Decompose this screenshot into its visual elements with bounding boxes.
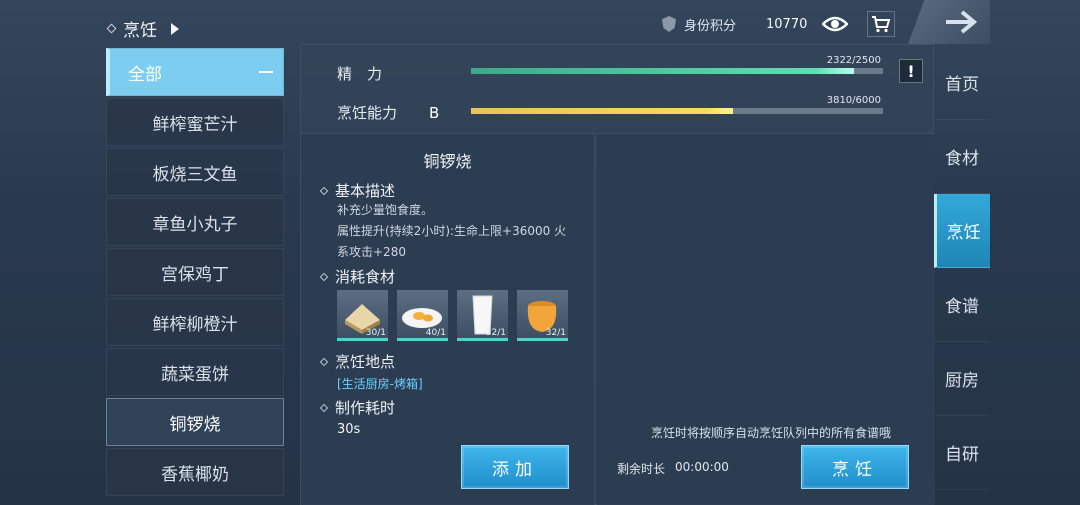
section-title-text: 烹饪地点 bbox=[335, 353, 396, 371]
energy-value: 2322/2500 bbox=[826, 55, 881, 66]
top-status: 身份积分 10770 bbox=[662, 11, 896, 37]
category-item[interactable]: 蔬菜蛋饼 bbox=[106, 348, 284, 396]
nav-item-home[interactable]: 首页 bbox=[934, 46, 990, 120]
nav-label: 食材 bbox=[945, 149, 979, 169]
shield-icon bbox=[662, 16, 676, 32]
collapse-icon bbox=[259, 71, 273, 73]
category-label: 蔬菜蛋饼 bbox=[161, 364, 229, 385]
skill-row: 烹饪能力 B bbox=[337, 102, 439, 123]
cart-icon[interactable] bbox=[867, 11, 896, 37]
energy-bar bbox=[471, 68, 883, 74]
cooking-queue-card: 烹饪时将按顺序自动烹饪队列中的所有食谱哦 剩余时长 00:00:00 烹饪 bbox=[597, 133, 935, 505]
remaining-time: 剩余时长 00:00:00 bbox=[617, 460, 729, 477]
category-list: 全部 鲜榨蜜芒汁 板烧三文鱼 章鱼小丸子 宫保鸡丁 鲜榨柳橙汁 蔬菜蛋饼 铜锣烧… bbox=[106, 48, 284, 498]
ingredient-qty: 32/1 bbox=[485, 328, 506, 338]
rank-label: 身份积分 bbox=[684, 18, 737, 34]
nav-label: 烹饪 bbox=[946, 223, 981, 243]
nav-item-kitchen[interactable]: 厨房 bbox=[934, 342, 990, 416]
queue-hint: 烹饪时将按顺序自动烹饪队列中的所有食谱哦 bbox=[650, 426, 891, 440]
section-title-text: 制作耗时 bbox=[335, 399, 396, 417]
category-label: 全部 bbox=[128, 64, 162, 85]
category-label: 香蕉椰奶 bbox=[161, 464, 229, 485]
category-all[interactable]: 全部 bbox=[106, 48, 284, 96]
energy-bar-fill bbox=[471, 68, 854, 74]
category-item[interactable]: 章鱼小丸子 bbox=[106, 198, 284, 246]
ingredient-qty: 30/1 bbox=[365, 328, 386, 338]
energy-label: 精 力 bbox=[337, 65, 383, 83]
add-button[interactable]: 添加 bbox=[461, 445, 569, 489]
recipe-detail-card: 铜锣烧 基本描述 补充少量饱食度。 属性提升(持续2小时):生命上限+36000… bbox=[301, 133, 595, 505]
cook-button[interactable]: 烹饪 bbox=[801, 445, 909, 489]
category-item[interactable]: 宫保鸡丁 bbox=[106, 248, 284, 296]
eye-icon[interactable] bbox=[821, 13, 849, 35]
skill-value: 3810/6000 bbox=[826, 95, 881, 106]
skill-bar-fill bbox=[471, 108, 733, 114]
category-item[interactable]: 板烧三文鱼 bbox=[106, 148, 284, 196]
skill-grade: B bbox=[429, 103, 440, 122]
page-title-area[interactable]: 烹饪 bbox=[106, 16, 179, 41]
location-title: 烹饪地点 bbox=[319, 351, 396, 372]
page-title: 烹饪 bbox=[123, 21, 157, 41]
diamond-icon bbox=[106, 23, 117, 34]
category-label: 板烧三文鱼 bbox=[152, 164, 238, 185]
back-button[interactable] bbox=[908, 0, 990, 44]
alert-button[interactable]: ! bbox=[899, 59, 923, 83]
desc-line: 属性提升(持续2小时):生命上限+36000 火 bbox=[337, 224, 567, 238]
category-label: 鲜榨柳橙汁 bbox=[152, 314, 238, 335]
main-panel: 精 力 2322/2500 烹饪能力 B 3810/6000 ! 铜锣烧 基本描… bbox=[300, 44, 935, 505]
ingredients-title: 消耗食材 bbox=[319, 266, 396, 287]
arrow-right-icon bbox=[946, 10, 978, 34]
ingredient-slot[interactable]: 40/1 bbox=[397, 290, 448, 341]
nav-label: 自研 bbox=[945, 445, 979, 465]
remaining-label: 剩余时长 bbox=[617, 462, 666, 476]
category-label: 铜锣烧 bbox=[169, 414, 221, 435]
time-title: 制作耗时 bbox=[319, 397, 396, 418]
category-item-selected[interactable]: 铜锣烧 bbox=[106, 398, 284, 446]
basic-desc-title: 基本描述 bbox=[319, 180, 396, 201]
nav-item-research[interactable]: 自研 bbox=[934, 416, 990, 490]
diamond-icon bbox=[319, 357, 329, 366]
diamond-icon bbox=[319, 272, 329, 281]
cooking-location[interactable]: [生活厨房-烤箱] bbox=[337, 375, 423, 392]
section-title-text: 基本描述 bbox=[335, 182, 396, 200]
nav-item-ingredients[interactable]: 食材 bbox=[934, 120, 990, 194]
right-nav: 首页 食材 烹饪 食谱 厨房 自研 bbox=[934, 46, 990, 490]
skill-bar bbox=[471, 108, 883, 114]
ingredient-slot[interactable]: 32/1 bbox=[517, 290, 568, 341]
nav-item-recipes[interactable]: 食谱 bbox=[934, 268, 990, 342]
category-label: 鲜榨蜜芒汁 bbox=[152, 114, 238, 135]
nav-item-cooking[interactable]: 烹饪 bbox=[934, 194, 990, 268]
category-label: 章鱼小丸子 bbox=[152, 214, 238, 235]
nav-label: 厨房 bbox=[945, 371, 979, 391]
remaining-value: 00:00:00 bbox=[675, 460, 729, 474]
cooking-duration: 30s bbox=[337, 422, 361, 437]
skill-label: 烹饪能力 bbox=[337, 104, 398, 122]
desc-line: 系攻击+280 bbox=[337, 245, 406, 259]
energy-row: 精 力 bbox=[337, 63, 433, 84]
rank-value: 10770 bbox=[766, 16, 808, 32]
category-item[interactable]: 鲜榨蜜芒汁 bbox=[106, 98, 284, 146]
section-title-text: 消耗食材 bbox=[335, 268, 396, 286]
nav-label: 食谱 bbox=[945, 297, 979, 317]
category-item[interactable]: 香蕉椰奶 bbox=[106, 448, 284, 496]
diamond-icon bbox=[319, 186, 329, 195]
diamond-icon bbox=[319, 403, 329, 412]
ingredient-qty: 40/1 bbox=[425, 328, 446, 338]
category-label: 宫保鸡丁 bbox=[161, 264, 229, 285]
ingredient-qty: 32/1 bbox=[545, 328, 566, 338]
ingredient-slot[interactable]: 30/1 bbox=[337, 290, 388, 341]
dish-name: 铜锣烧 bbox=[423, 152, 472, 171]
ingredient-list: 30/1 40/1 32/1 32/1 bbox=[337, 290, 568, 341]
ingredient-slot[interactable]: 32/1 bbox=[457, 290, 508, 341]
nav-label: 首页 bbox=[945, 75, 979, 95]
category-item[interactable]: 鲜榨柳橙汁 bbox=[106, 298, 284, 346]
play-arrow-icon[interactable] bbox=[171, 22, 179, 35]
desc-line: 补充少量饱食度。 bbox=[337, 203, 434, 217]
